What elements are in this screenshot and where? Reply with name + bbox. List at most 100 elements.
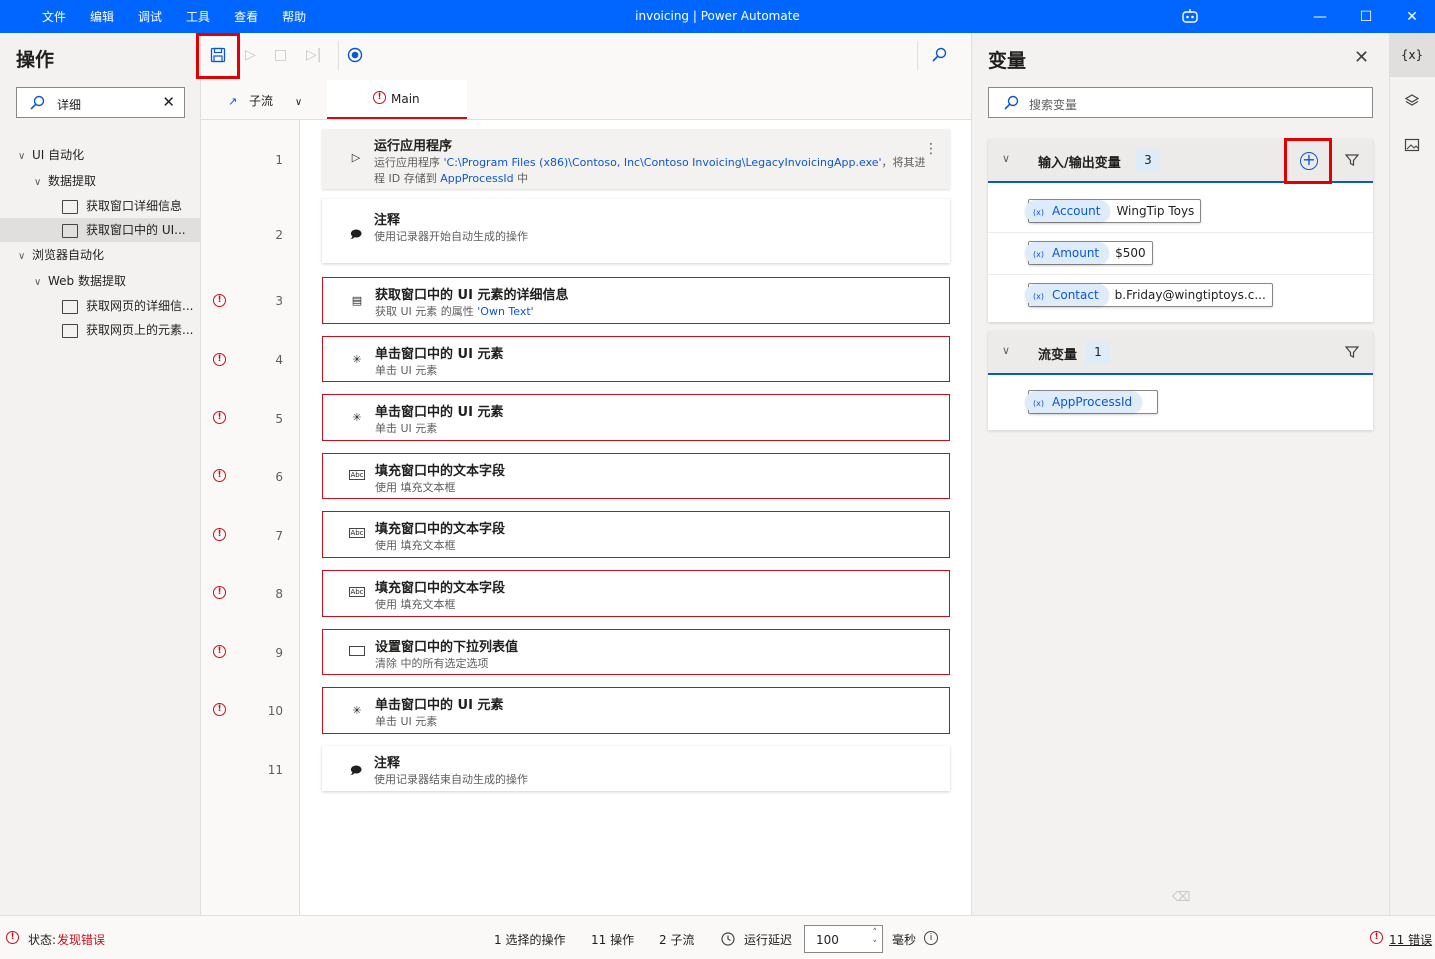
find-icon[interactable] <box>931 47 947 63</box>
close-icon[interactable]: ✕ <box>1354 47 1369 68</box>
flow-variables-label: 流变量 <box>1038 348 1078 363</box>
menu-file[interactable]: 文件 <box>42 8 66 25</box>
tree-action-get-webpage-element[interactable]: 获取网页上的元素... <box>62 318 201 342</box>
click-icon: ✳ <box>352 411 362 424</box>
error-icon[interactable]: ! <box>213 469 226 482</box>
clear-search-icon[interactable]: ✕ <box>162 93 175 111</box>
flow-step-get-ui-element-details[interactable]: ▤ 获取窗口中的 UI 元素的详细信息 获取 UI 元素 的属性 'Own Te… <box>322 277 950 324</box>
tree-group-web-data-extraction[interactable]: ∨ Web 数据提取 <box>34 269 201 293</box>
click-icon: ✳ <box>352 353 362 366</box>
step-desc-text: ，将其进 <box>881 156 926 169</box>
flow-step-populate-text-field[interactable]: Abc 填充窗口中的文本字段 使用 填充文本框 <box>322 453 950 499</box>
error-icon[interactable]: ! <box>213 586 226 599</box>
flow-step-click-ui-element[interactable]: ✳ 单击窗口中的 UI 元素 单击 UI 元素 <box>322 394 950 441</box>
menu-debug[interactable]: 调试 <box>138 8 162 25</box>
variable-icon: (x) <box>1033 250 1044 259</box>
flow-step-click-ui-element[interactable]: ✳ 单击窗口中的 UI 元素 单击 UI 元素 <box>322 687 950 734</box>
tree-group-browser-automation[interactable]: ∨ 浏览器自动化 <box>18 243 201 267</box>
flow-step-comment[interactable]: 🗩 注释 使用记录器结束自动生成的操作 <box>322 746 950 791</box>
filter-icon[interactable] <box>1345 153 1359 167</box>
variable-row[interactable]: (x) Amount $500 <box>988 233 1373 275</box>
stop-icon[interactable]: □ <box>274 47 287 63</box>
flow-step-populate-text-field[interactable]: Abc 填充窗口中的文本字段 使用 填充文本框 <box>322 511 950 558</box>
variable-name: AppProcessId <box>1051 395 1133 409</box>
run-icon[interactable]: ▷ <box>245 47 256 63</box>
error-icon: ! <box>1370 931 1383 944</box>
error-icon[interactable]: ! <box>213 411 226 424</box>
variable-pill[interactable]: (x) Contact b.Friday@wingtiptoys.c... <box>1025 283 1273 307</box>
run-delay-input[interactable]: 100 ˄ ˅ <box>804 925 883 953</box>
layers-icon[interactable] <box>1389 78 1435 122</box>
tree-action-get-webpage-details[interactable]: 获取网页的详细信... <box>62 294 201 318</box>
flow-variables-header[interactable]: ∨ 流变量 1 <box>988 331 1373 375</box>
tab-main[interactable]: ! Main <box>327 80 467 119</box>
chevron-down-icon: ∨ <box>34 177 42 188</box>
variable-name-chip: (x) Account <box>1025 200 1111 222</box>
spinner-icon[interactable]: ˄ ˅ <box>873 927 878 951</box>
error-icon[interactable]: ! <box>213 528 226 541</box>
menu-help[interactable]: 帮助 <box>282 8 306 25</box>
menu-edit[interactable]: 编辑 <box>90 8 114 25</box>
actions-search-input[interactable]: 详细 ✕ <box>16 87 185 118</box>
add-variable-icon[interactable]: + <box>1300 152 1318 170</box>
io-variables-count: 3 <box>1136 149 1160 172</box>
error-icon[interactable]: ! <box>213 353 226 366</box>
subflows-dropdown[interactable]: ↗ 子流 ∨ <box>228 92 302 109</box>
variable-row[interactable]: (x) AppProcessId <box>988 382 1373 424</box>
step-desc-text: 获取 UI 元素 的属性 <box>375 305 478 318</box>
clock-icon <box>721 932 735 946</box>
variable-row[interactable]: (x) Account WingTip Toys <box>988 191 1373 233</box>
variable-row[interactable]: (x) Contact b.Friday@wingtiptoys.c... <box>988 275 1373 317</box>
status-label: 状态: <box>28 933 57 947</box>
tree-action-get-window-details[interactable]: 获取窗口详细信息 <box>62 194 201 218</box>
error-icon[interactable]: ! <box>213 703 226 716</box>
eraser-icon[interactable]: ⌫ <box>1172 890 1190 905</box>
variables-search-input[interactable]: 搜索变量 <box>988 87 1373 118</box>
maximize-icon[interactable]: ☐ <box>1343 0 1389 33</box>
tree-group-ui-automation[interactable]: ∨ UI 自动化 <box>18 143 201 167</box>
comment-icon: 🗩 <box>349 228 363 241</box>
step-desc-text: 中 <box>513 172 529 185</box>
step-description: 使用记录器开始自动生成的操作 <box>374 230 528 243</box>
step-desc-param: 'Own Text' <box>477 305 534 318</box>
step-description: 单击 UI 元素 <box>375 422 438 435</box>
save-icon[interactable] <box>210 47 226 63</box>
error-icon[interactable]: ! <box>213 294 226 307</box>
errors-link[interactable]: 11 错误 <box>1389 931 1432 948</box>
robot-icon[interactable] <box>1181 8 1199 24</box>
variable-pill[interactable]: (x) Amount $500 <box>1025 241 1153 265</box>
status-bar <box>0 915 1435 959</box>
record-icon[interactable] <box>347 47 363 63</box>
variables-rail-button[interactable]: {x} <box>1389 33 1435 77</box>
tree-action-get-ui-element-details[interactable]: 获取窗口中的 UI... <box>0 218 201 242</box>
menu-tools[interactable]: 工具 <box>186 8 210 25</box>
filter-icon[interactable] <box>1345 345 1359 359</box>
menu-view[interactable]: 查看 <box>234 8 258 25</box>
line-number: 5 <box>275 412 283 426</box>
close-window-icon[interactable]: ✕ <box>1389 0 1435 33</box>
info-icon[interactable]: i <box>924 931 938 945</box>
flow-step-comment[interactable]: 🗩 注释 使用记录器开始自动生成的操作 <box>322 199 950 263</box>
images-icon[interactable] <box>1389 122 1435 166</box>
variable-value: WingTip Toys <box>1116 204 1195 218</box>
tree-group-data-extraction[interactable]: ∨ 数据提取 <box>34 169 201 193</box>
chevron-down-icon[interactable]: ∨ <box>1002 152 1010 165</box>
error-icon[interactable]: ! <box>213 645 226 658</box>
flow-tabs <box>201 80 971 120</box>
step-description: 单击 UI 元素 <box>375 715 438 728</box>
tree-label: UI 自动化 <box>32 148 85 162</box>
subflows-count: 2 子流 <box>659 933 695 947</box>
menu-bar: 文件 编辑 调试 工具 查看 帮助 <box>30 0 318 33</box>
variable-name-chip: (x) Amount <box>1025 242 1110 264</box>
flow-step-run-application[interactable]: ▷ 运行应用程序 运行应用程序 'C:\Program Files (x86)\… <box>322 129 950 189</box>
chevron-down-icon[interactable]: ∨ <box>1002 344 1010 357</box>
variable-pill[interactable]: (x) Account WingTip Toys <box>1025 199 1202 223</box>
flow-step-populate-text-field[interactable]: Abc 填充窗口中的文本字段 使用 填充文本框 <box>322 570 950 617</box>
status-value[interactable]: 发现错误 <box>57 931 105 948</box>
flow-step-click-ui-element[interactable]: ✳ 单击窗口中的 UI 元素 单击 UI 元素 <box>322 336 950 382</box>
step-icon[interactable]: ▷| <box>306 47 321 63</box>
minimize-icon[interactable]: — <box>1297 0 1343 33</box>
more-options-icon[interactable]: ⋮ <box>924 141 938 157</box>
variable-pill[interactable]: (x) AppProcessId <box>1025 390 1158 414</box>
flow-step-set-dropdown-value[interactable]: 设置窗口中的下拉列表值 清除 中的所有选定选项 <box>322 629 950 675</box>
